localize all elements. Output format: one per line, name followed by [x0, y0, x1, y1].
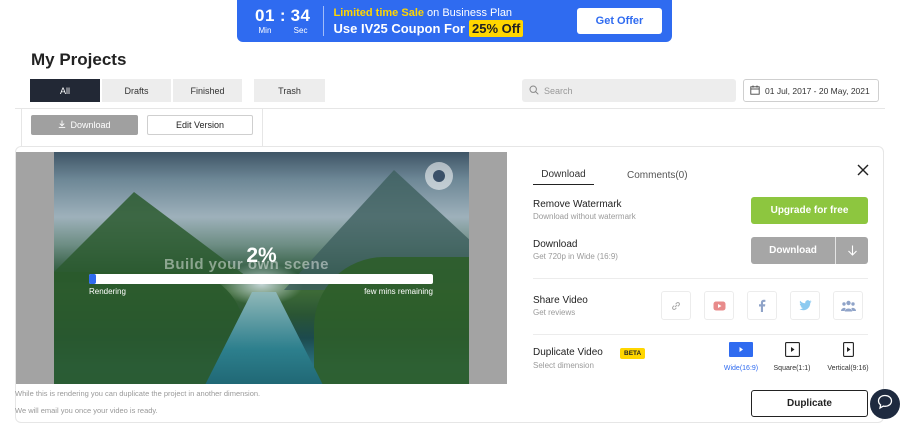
- promo-divider: [322, 6, 324, 36]
- timer-seconds: 34: [290, 5, 311, 25]
- panel-divider: [533, 278, 868, 279]
- wide-frame-icon: [729, 342, 753, 357]
- duplicate-video-title: Duplicate Video: [533, 347, 603, 358]
- project-filter-tabs: All Drafts Finished Trash: [30, 79, 325, 102]
- download-button-label: Download: [769, 245, 817, 256]
- tab-all[interactable]: All: [30, 79, 100, 102]
- rendering-label: Rendering: [89, 287, 126, 296]
- dimension-vertical-label: Vertical(9:16): [827, 365, 869, 372]
- download-arrow-icon[interactable]: [836, 245, 868, 256]
- promo-highlight: Limited time Sale: [333, 6, 424, 19]
- share-icons: [661, 291, 863, 320]
- promo-discount-badge: 25% Off: [468, 19, 524, 37]
- tab-download[interactable]: Download: [533, 165, 594, 185]
- time-remaining-label: few mins remaining: [364, 287, 433, 296]
- chat-support-button[interactable]: [870, 389, 900, 419]
- link-icon[interactable]: [661, 291, 691, 320]
- dimension-wide-label: Wide(16:9): [723, 365, 759, 372]
- remove-watermark-subtitle: Download without watermark: [533, 212, 636, 221]
- duplicate-video-subtitle: Select dimension: [533, 361, 594, 370]
- video-preview: Build your own scene 2% Rendering few mi…: [16, 152, 507, 384]
- dimension-square[interactable]: Square(1:1): [771, 342, 813, 372]
- duplicate-button[interactable]: Duplicate: [751, 390, 868, 417]
- brand-logo-icon: [425, 162, 453, 190]
- search-input[interactable]: [544, 85, 724, 96]
- render-progress-bar: [89, 274, 433, 284]
- youtube-icon[interactable]: [704, 291, 734, 320]
- timer-separator: :: [279, 5, 286, 25]
- download-button[interactable]: Download: [751, 237, 868, 264]
- promo-text: Limited time Sale on Business Plan Use I…: [334, 6, 524, 37]
- close-icon[interactable]: [856, 163, 870, 177]
- calendar-icon: [750, 85, 760, 97]
- video-thumbnail: Build your own scene 2% Rendering few mi…: [54, 152, 469, 384]
- promo-banner: 01 Min : 34 Sec Limited time Sale on Bus…: [237, 0, 672, 42]
- promo-plan-text: on Business Plan: [424, 6, 513, 19]
- date-range-text: 01 Jul, 2017 - 20 May, 2021: [765, 85, 870, 96]
- facebook-icon[interactable]: [747, 291, 777, 320]
- panel-divider-2: [533, 334, 868, 335]
- vertical-frame-icon: [842, 342, 854, 357]
- tab-finished[interactable]: Finished: [173, 79, 242, 102]
- tab-trash[interactable]: Trash: [254, 79, 325, 102]
- search-icon: [529, 82, 539, 100]
- edit-version-button[interactable]: Edit Version: [147, 115, 253, 135]
- timer-minutes: 01: [255, 5, 275, 25]
- share-video-subtitle: Get reviews: [533, 308, 576, 317]
- search-box[interactable]: [522, 79, 736, 102]
- get-offer-button[interactable]: Get Offer: [577, 8, 662, 34]
- render-percent: 2%: [246, 244, 277, 267]
- tab-drafts[interactable]: Drafts: [102, 79, 171, 102]
- tab-comments[interactable]: Comments(0): [627, 165, 688, 185]
- timer-minutes-label: Min: [258, 25, 272, 35]
- twitter-icon[interactable]: [790, 291, 820, 320]
- remove-watermark-title: Remove Watermark: [533, 199, 622, 210]
- square-frame-icon: [784, 342, 800, 357]
- beta-badge: BETA: [620, 348, 646, 359]
- chat-bubble-icon: [877, 394, 893, 415]
- upgrade-for-free-button[interactable]: Upgrade for free: [751, 197, 868, 224]
- page-title: My Projects: [31, 50, 127, 69]
- download-icon: [58, 120, 66, 130]
- team-icon[interactable]: [833, 291, 863, 320]
- promo-coupon-text: Use IV25 Coupon For: [333, 20, 465, 36]
- timer-seconds-label: Sec: [293, 25, 308, 35]
- email-note: We will email you once your video is rea…: [15, 406, 158, 415]
- dimension-vertical[interactable]: Vertical(9:16): [826, 342, 870, 372]
- download-button-top[interactable]: Download: [31, 115, 138, 135]
- dimension-square-label: Square(1:1): [773, 365, 811, 372]
- download-button-top-label: Download: [70, 120, 111, 130]
- countdown-timer: 01 Min : 34 Sec: [255, 5, 311, 36]
- download-title: Download: [533, 239, 578, 250]
- rendering-note: While this is rendering you can duplicat…: [15, 389, 261, 398]
- share-video-title: Share Video: [533, 295, 588, 306]
- download-subtitle: Get 720p in Wide (16:9): [533, 252, 618, 261]
- render-progress-fill: [89, 274, 96, 284]
- date-range-picker[interactable]: 01 Jul, 2017 - 20 May, 2021: [743, 79, 879, 102]
- dimension-wide[interactable]: Wide(16:9): [722, 342, 760, 372]
- panel-tabs: Download Comments(0): [533, 165, 688, 185]
